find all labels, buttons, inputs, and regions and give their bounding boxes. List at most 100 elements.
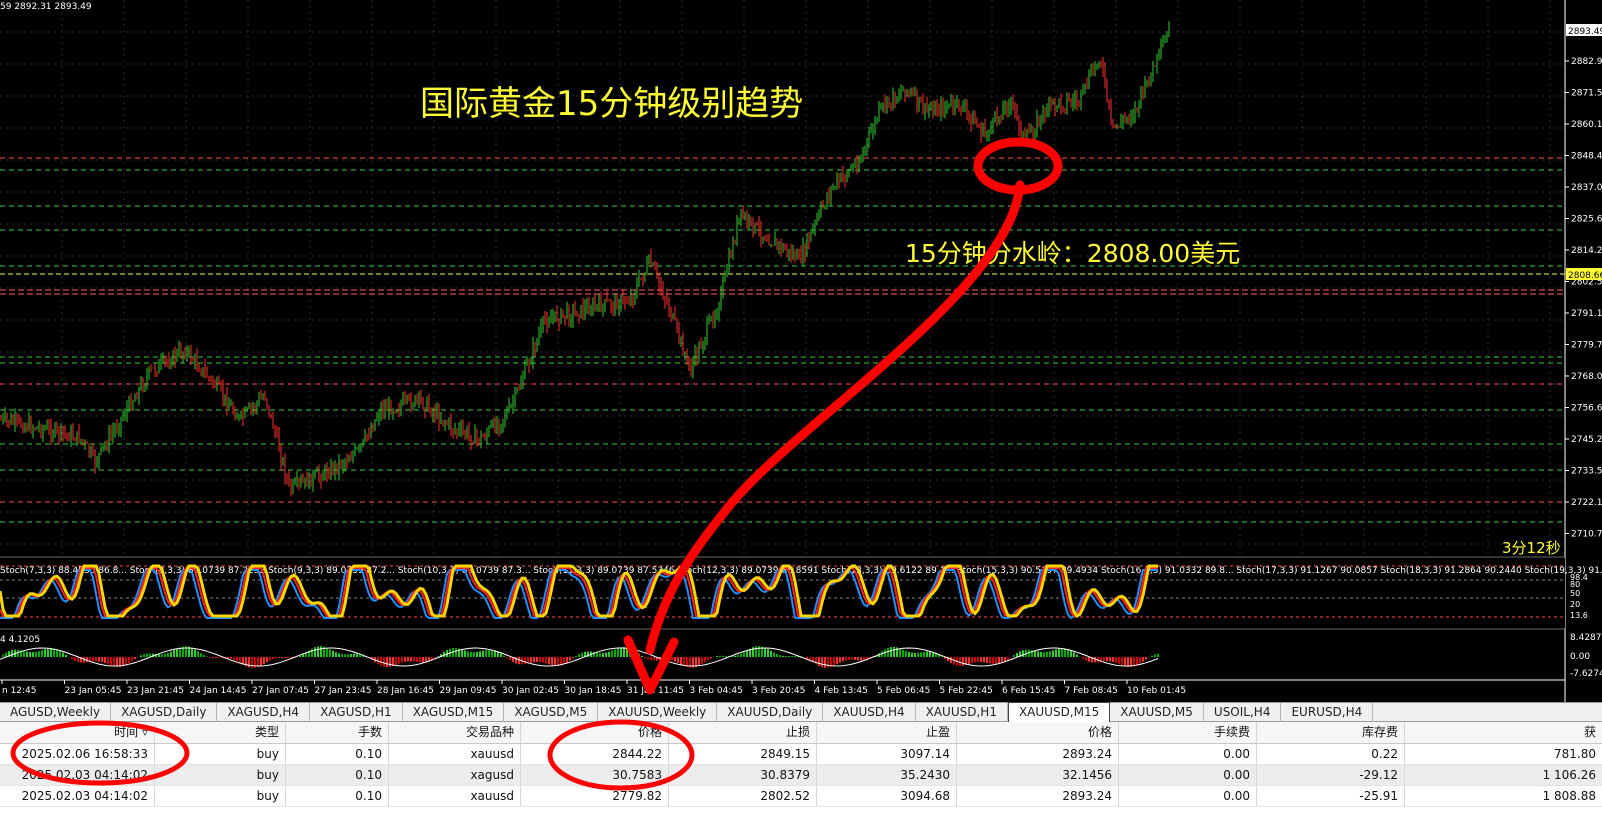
chart-tab[interactable]: AGUSD,Weekly xyxy=(0,703,112,722)
orders-table: 时间 ▿ 类型 手数 交易品种 价格 止损 止盈 价格 手续费 库存费获 2025.02.06 1… xyxy=(0,722,1602,813)
column-header[interactable]: 止损 xyxy=(669,722,817,743)
time-tick-label: 29 Jan 09:45 xyxy=(440,686,497,696)
price-tick-label: 2848.40 xyxy=(1571,152,1602,162)
chart-tab[interactable]: XAUUSD,H1 xyxy=(916,703,1008,722)
order-cell: buy xyxy=(155,786,286,806)
order-cell: 2849.15 xyxy=(669,744,817,764)
orders-header: 时间 ▿ 类型 手数 交易品种 价格 止损 止盈 价格 手续费 库存费获 xyxy=(0,722,1602,744)
chart-tab[interactable]: XAUUSD,H4 xyxy=(823,703,916,722)
macd-tick-label: -7.6274 xyxy=(1570,669,1602,679)
chart-tab[interactable]: XAUUSD,Daily xyxy=(717,703,824,722)
chart-tab[interactable]: XAUUSD,M5 xyxy=(1110,703,1204,722)
column-header[interactable]: 止盈 xyxy=(817,722,957,743)
column-header[interactable]: 类型 xyxy=(155,722,286,743)
time-tick-label: 27 Jan 23:45 xyxy=(315,686,372,696)
chart-tab[interactable]: XAGUSD,M5 xyxy=(504,703,599,722)
time-tick-label: 30 Jan 02:45 xyxy=(502,686,559,696)
order-cell: 0.00 xyxy=(1119,765,1257,785)
order-cell: 2025.02.06 16:58:33 xyxy=(0,744,155,764)
column-header[interactable]: 价格 xyxy=(521,722,669,743)
order-cell: 2844.22 xyxy=(521,744,669,764)
order-cell: 1 808.88 xyxy=(1542,789,1596,803)
price-tick-label: 2710.70 xyxy=(1571,530,1602,540)
price-tick-label: 2779.70 xyxy=(1571,341,1602,351)
time-tick-label: 23 Jan 21:45 xyxy=(127,686,184,696)
order-cell: xauusd xyxy=(389,786,521,806)
macd-legend: 4 4.1205 xyxy=(0,635,40,645)
chart-tab[interactable]: USOIL,H4 xyxy=(1204,703,1282,722)
order-cell: 0.10 xyxy=(286,765,389,785)
svg-text:2893.49: 2893.49 xyxy=(1568,27,1602,37)
column-header[interactable]: 手数 xyxy=(286,722,389,743)
order-cell: 0.00 xyxy=(1119,786,1257,806)
order-row[interactable]: 2025.02.03 04:14:02 buy 0.10 xauusd 2779.82 2… xyxy=(0,786,1602,807)
column-header[interactable]: 库存费 xyxy=(1257,722,1405,743)
order-cell: 30.8379 xyxy=(669,765,817,785)
mt4-terminal: 2882.90 2871.55 2860.10 2848.40 2837.00 2825.… xyxy=(0,0,1602,813)
order-cell: -29.12 xyxy=(1257,765,1405,785)
time-tick-label: 6 Feb 15:45 xyxy=(1002,686,1055,696)
order-cell: 30.7583 xyxy=(521,765,669,785)
time-tick-label: 3 Feb 04:45 xyxy=(690,686,743,696)
order-cell: 2893.24 xyxy=(957,744,1119,764)
watershed-price-tag: 2808.66 xyxy=(1566,268,1602,281)
order-cell: buy xyxy=(155,744,286,764)
time-tick-label: 4 Feb 13:45 xyxy=(815,686,868,696)
price-tick-label: 2882.90 xyxy=(1571,57,1602,67)
macd-tick-label: 8.4287 xyxy=(1570,633,1602,643)
order-cell: xauusd xyxy=(389,744,521,764)
order-cell: 3094.68 xyxy=(817,786,957,806)
chart-tabs: AGUSD,Weekly XAGUSD,Daily XAGUSD,H4 XAGUSD,… xyxy=(0,702,1602,722)
price-tick-label: 2814.20 xyxy=(1571,246,1602,256)
order-row[interactable]: 2025.02.03 04:14:02 buy 0.10 xagusd 30.7583 3… xyxy=(0,765,1602,786)
chart-window[interactable]: 2882.90 2871.55 2860.10 2848.40 2837.00 2825.… xyxy=(0,0,1602,702)
macd-tick-label: 0.00 xyxy=(1570,652,1590,662)
orders-body: 2025.02.06 16:58:33 buy 0.10 xauusd 2844.22 2… xyxy=(0,744,1602,807)
price-tick-label: 2768.00 xyxy=(1571,372,1602,382)
chart-tab[interactable]: XAUUSD,Weekly xyxy=(598,703,718,722)
time-tick-label: 10 Feb 01:45 xyxy=(1127,686,1186,696)
order-cell: 1 106.26 xyxy=(1542,768,1596,782)
order-cell: 781.80 xyxy=(1554,747,1596,761)
column-header[interactable]: 价格 xyxy=(957,722,1119,743)
time-tick-label: 31 Jan 11:45 xyxy=(627,686,684,696)
time-tick-label: 23 Jan 05:45 xyxy=(65,686,122,696)
chart-info: 59 2892.31 2893.49 xyxy=(0,2,92,12)
price-tick-label: 2733.50 xyxy=(1571,467,1602,477)
stochastic-legend: Stoch(7,3,3) 88.4530 86.8... Stoch(8,3,3… xyxy=(0,566,1602,576)
time-tick-label: 5 Feb 06:45 xyxy=(877,686,930,696)
time-tick-label: 7 Feb 08:45 xyxy=(1065,686,1118,696)
time-tick-label: 30 Jan 18:45 xyxy=(565,686,622,696)
order-row[interactable]: 2025.02.06 16:58:33 buy 0.10 xauusd 2844.22 2… xyxy=(0,744,1602,765)
price-tick-label: 2825.60 xyxy=(1571,215,1602,225)
order-cell: 0.00 xyxy=(1119,744,1257,764)
price-tick-label: 2745.20 xyxy=(1571,435,1602,445)
order-cell: 0.22 xyxy=(1257,744,1405,764)
time-tick-label: 3 Feb 20:45 xyxy=(752,686,805,696)
chart-tab[interactable]: XAGUSD,Daily xyxy=(111,703,218,722)
column-header[interactable]: 手续费 xyxy=(1119,722,1257,743)
chart-title: 国际黄金15分钟级别趋势 xyxy=(420,84,803,124)
order-cell: 35.2430 xyxy=(817,765,957,785)
order-cell: buy xyxy=(155,765,286,785)
chart-tab[interactable]: XAGUSD,M15 xyxy=(403,703,505,722)
chart-tab[interactable]: EURUSD,H4 xyxy=(1281,703,1374,722)
order-cell: 3097.14 xyxy=(817,744,957,764)
chart-tab[interactable]: XAUUSD,M15 xyxy=(1007,702,1111,722)
order-cell: 2025.02.03 04:14:02 xyxy=(0,765,155,785)
column-header[interactable]: 时间 ▿ xyxy=(0,722,155,743)
order-cell: -25.91 xyxy=(1257,786,1405,806)
stochastic-tick-label: 80 xyxy=(1570,580,1580,589)
column-header[interactable]: 获 xyxy=(1405,722,1602,743)
order-cell: 2802.52 xyxy=(669,786,817,806)
chart-tab[interactable]: XAGUSD,H4 xyxy=(217,703,311,722)
column-header[interactable]: 交易品种 xyxy=(389,722,521,743)
order-cell: 2779.82 xyxy=(521,786,669,806)
order-cell: 0.10 xyxy=(286,744,389,764)
order-cell: 32.1456 xyxy=(957,765,1119,785)
price-tick-label: 2756.60 xyxy=(1571,404,1602,414)
watershed-label: 15分钟分水岭：2808.00美元 xyxy=(905,239,1240,268)
time-tick-label: n 12:45 xyxy=(2,686,37,696)
chart-tab[interactable]: XAGUSD,H1 xyxy=(310,703,403,722)
price-tick-label: 2791.10 xyxy=(1571,309,1602,319)
